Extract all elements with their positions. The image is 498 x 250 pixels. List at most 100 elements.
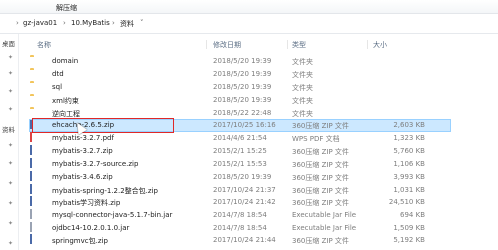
column-divider[interactable] [287, 40, 288, 49]
breadcrumb-gz-java01[interactable]: gz-java01 [23, 19, 57, 27]
file-date: 2018/5/20 19:39 [213, 96, 272, 104]
file-name: mybatis-3.2.7.pdf [52, 134, 114, 142]
file-date: 2014/7/8 18:54 [213, 224, 267, 232]
file-type: 文件夹 [292, 58, 313, 66]
file-size: 1,106 KB [393, 160, 425, 168]
breadcrumb-resources[interactable]: 资料 [120, 19, 134, 29]
file-size: 3,993 KB [393, 173, 425, 181]
file-row[interactable]: sql 2018/5/20 19:39 文件夹 [30, 82, 450, 93]
file-type: 360压缩 ZIP 文件 [292, 148, 349, 156]
file-type: 360压缩 ZIP 文件 [292, 161, 349, 169]
file-date: 2017/10/24 21:44 [213, 236, 276, 244]
file-date: 2018/5/22 22:48 [213, 109, 272, 117]
file-type: WPS PDF 文档 [292, 135, 340, 143]
file-row[interactable]: mybatis-3.2.7-source.zip 2015/2/1 15:53 … [30, 158, 450, 170]
file-name: mybatis-spring-1.2.2整合包.zip [52, 187, 158, 195]
file-name: mybatis-3.2.7-source.zip [52, 160, 139, 168]
file-date: 2014/7/8 18:54 [213, 211, 267, 219]
navigation-pane: 桌面 ✦ ✦ ✦ ✦ 资料 ✦ ✦ ✦ ✦ ✦ ✦ [0, 34, 19, 250]
nav-item-desktop[interactable]: 桌面 [2, 38, 15, 48]
file-row[interactable]: mybatis学习资料.zip 2017/10/24 21:42 360压缩 Z… [30, 196, 450, 208]
jar-file-icon [30, 209, 32, 219]
file-type: Executable Jar File [292, 224, 357, 232]
pin-icon: ✦ [8, 142, 14, 149]
address-bar[interactable]: › gz-java01 › 10.MyBatis › 资料 ˅ [0, 15, 498, 34]
pin-icon: ✦ [8, 54, 14, 61]
file-row[interactable]: mysql-connector-java-5.1.7-bin.jar 2014/… [30, 209, 450, 221]
file-type: 文件夹 [292, 71, 313, 79]
chevron-down-icon[interactable]: ˅ [140, 19, 144, 27]
file-row[interactable]: mybatis-3.4.6.zip 2018/5/20 19:39 360压缩 … [30, 171, 450, 183]
file-name: mybatis-3.4.6.zip [52, 173, 113, 181]
file-name: springmvc包.zip [52, 237, 108, 245]
file-name: domain [52, 57, 79, 65]
breadcrumb-mybatis[interactable]: 10.MyBatis [71, 19, 110, 27]
file-name: 逆向工程 [52, 110, 80, 118]
pin-icon: ✦ [8, 106, 14, 113]
file-name: sql [52, 83, 63, 91]
file-type: 360压缩 ZIP 文件 [292, 122, 349, 130]
column-header-name[interactable]: 名称 [37, 40, 51, 50]
file-row[interactable]: mybatis-3.2.7.zip 2015/2/1 15:25 360压缩 Z… [30, 145, 450, 157]
file-row[interactable]: dtd 2018/5/20 19:39 文件夹 [30, 69, 450, 80]
column-header-size[interactable]: 大小 [373, 40, 387, 50]
file-date: 2018/5/20 19:39 [213, 70, 272, 78]
file-size: 1,031 KB [393, 186, 425, 194]
zip-archive-icon [30, 145, 32, 155]
file-row[interactable]: 逆向工程 2018/5/22 22:48 文件夹 [30, 108, 450, 119]
pin-icon: ✦ [8, 160, 14, 167]
file-type: 360压缩 ZIP 文件 [292, 174, 349, 182]
file-date: 2017/10/24 21:37 [213, 186, 276, 194]
jar-file-icon [30, 222, 32, 232]
pin-icon: ✦ [8, 70, 14, 77]
file-size: 694 KB [400, 211, 425, 219]
file-name: mybatis学习资料.zip [52, 199, 121, 207]
file-type: 文件夹 [292, 84, 313, 92]
chevron-right-icon: › [16, 19, 19, 27]
chevron-right-icon: › [112, 19, 115, 27]
file-type: 文件夹 [292, 110, 313, 118]
column-divider[interactable] [367, 40, 368, 49]
file-size: 24,510 KB [388, 198, 425, 206]
column-divider[interactable] [206, 40, 207, 49]
chevron-right-icon: › [63, 19, 66, 27]
tab-extract[interactable]: 解压缩 [48, 2, 85, 14]
pin-icon: ✦ [8, 180, 14, 187]
file-size: 5,760 KB [393, 147, 425, 155]
file-date: 2017/10/24 21:42 [213, 198, 276, 206]
file-date: 2014/4/6 21:54 [213, 134, 267, 142]
file-type: Executable Jar File [292, 211, 357, 219]
pin-icon: ✦ [8, 200, 14, 207]
file-date: 2018/5/20 19:39 [213, 173, 272, 181]
file-date: 2015/2/1 15:53 [213, 160, 267, 168]
file-row[interactable]: domain 2018/5/20 19:39 文件夹 [30, 56, 450, 67]
file-date: 2017/10/25 16:16 [213, 121, 276, 129]
file-row[interactable]: mybatis-spring-1.2.2整合包.zip 2017/10/24 2… [30, 184, 450, 196]
column-header-date[interactable]: 修改日期 [213, 40, 241, 50]
zip-archive-icon [30, 184, 32, 194]
ribbon-tabs: 解压缩 [0, 0, 498, 14]
column-header-type[interactable]: 类型 [292, 40, 306, 50]
nav-item-resources[interactable]: 资料 [2, 124, 15, 134]
file-row-selected[interactable]: ehcache-2.6.5.zip 2017/10/25 16:16 360压缩… [29, 119, 451, 132]
file-type: 360压缩 ZIP 文件 [292, 199, 349, 207]
file-type: 360压缩 ZIP 文件 [292, 237, 349, 245]
file-size: 1,509 KB [393, 224, 425, 232]
zip-archive-icon [30, 119, 32, 129]
file-date: 2015/2/1 15:25 [213, 147, 267, 155]
file-name: mybatis-3.2.7.zip [52, 147, 113, 155]
file-name: ojdbc14-10.2.0.1.0.jar [52, 224, 130, 232]
zip-archive-icon [30, 234, 32, 244]
file-row[interactable]: xml约束 2018/5/20 19:39 文件夹 [30, 95, 450, 106]
file-row[interactable]: ojdbc14-10.2.0.1.0.jar 2014/7/8 18:54 Ex… [30, 222, 450, 234]
file-size: 5,192 KB [393, 236, 425, 244]
zip-archive-icon [30, 196, 32, 206]
file-size: 1,323 KB [393, 134, 425, 142]
pin-icon: ✦ [8, 240, 14, 247]
file-type: 360压缩 ZIP 文件 [292, 187, 349, 195]
file-name: mysql-connector-java-5.1.7-bin.jar [52, 211, 173, 219]
file-row[interactable]: mybatis-3.2.7.pdf 2014/4/6 21:54 WPS PDF… [30, 132, 450, 144]
zip-archive-icon [30, 171, 32, 181]
file-row[interactable]: springmvc包.zip 2017/10/24 21:44 360压缩 ZI… [30, 234, 450, 246]
pin-icon: ✦ [8, 220, 14, 227]
